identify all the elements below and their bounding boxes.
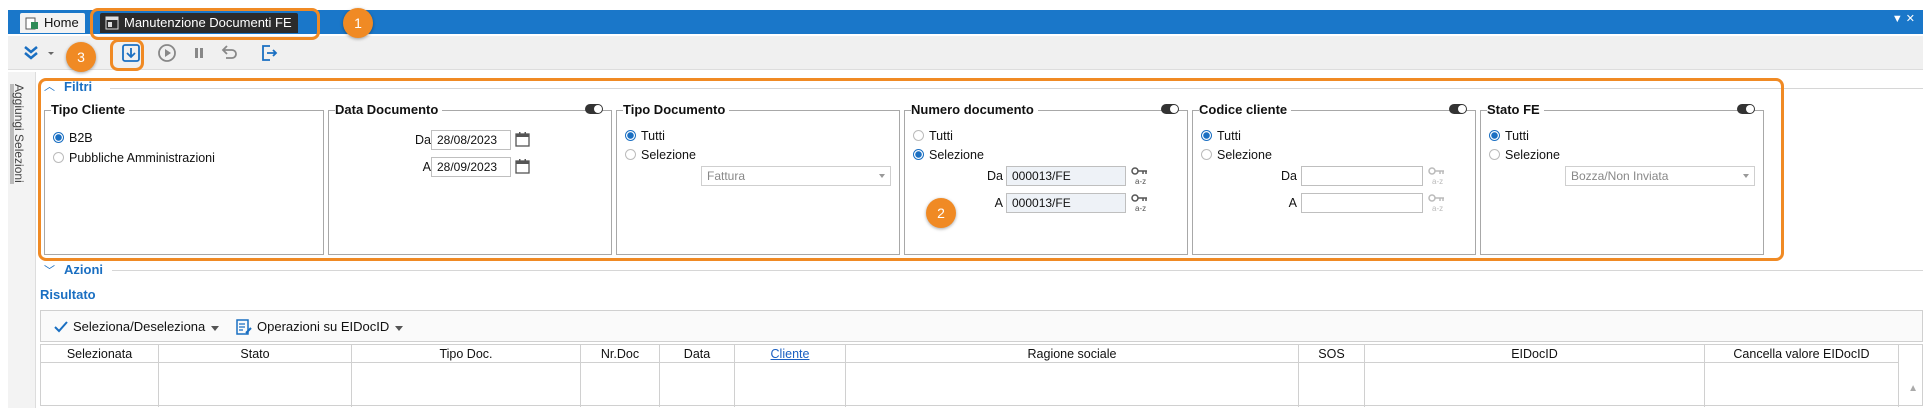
- annotation-badge-2: 2: [926, 198, 956, 228]
- column-header[interactable]: Nr.Doc: [581, 345, 659, 363]
- column-stato[interactable]: Stato: [159, 345, 352, 407]
- column-header[interactable]: Selezionata: [41, 345, 158, 363]
- select-toggle-button[interactable]: Seleziona/Deseleziona: [47, 316, 223, 338]
- tab-home[interactable]: Home: [20, 13, 85, 33]
- double-chevron-down-icon[interactable]: [20, 43, 42, 63]
- annotation-box-filters: [38, 78, 1784, 261]
- scroll-up-icon[interactable]: ▲: [1908, 383, 1918, 394]
- toolbar: [8, 36, 1923, 70]
- result-toolbar: Seleziona/Deseleziona Operazioni su EIDo…: [40, 310, 1923, 342]
- azioni-divider: [112, 270, 1923, 271]
- column-selezionata[interactable]: Selezionata: [41, 345, 159, 407]
- chevron-down-icon[interactable]: [46, 43, 56, 63]
- result-grid: Selezionata Stato Tipo Doc. Nr.Doc Data …: [40, 344, 1923, 407]
- column-sos[interactable]: SOS: [1299, 345, 1365, 407]
- operations-eidocid-button[interactable]: Operazioni su EIDocID: [231, 316, 407, 338]
- caret-down-icon: [395, 326, 404, 331]
- select-toggle-label: Seleziona/Deseleziona: [73, 319, 206, 334]
- column-nr-doc[interactable]: Nr.Doc: [581, 345, 660, 407]
- column-tipo-doc[interactable]: Tipo Doc.: [352, 345, 581, 407]
- edit-list-icon: [236, 319, 252, 335]
- add-selections-label: Aggiungi Selezioni: [12, 84, 26, 183]
- column-header[interactable]: Stato: [159, 345, 351, 363]
- column-header[interactable]: Cliente: [735, 345, 845, 363]
- column-ragione-sociale[interactable]: Ragione sociale: [846, 345, 1299, 407]
- column-header[interactable]: Ragione sociale: [846, 345, 1298, 363]
- annotation-badge-3: 3: [66, 42, 96, 72]
- azioni-heading[interactable]: Azioni: [64, 262, 103, 277]
- add-selections-strip[interactable]: Aggiungi Selezioni: [8, 72, 36, 408]
- undo-icon[interactable]: [218, 43, 240, 63]
- tab-home-label: Home: [44, 15, 79, 30]
- chevron-down-icon[interactable]: ﹀: [44, 262, 55, 278]
- column-cliente[interactable]: Cliente: [735, 345, 846, 407]
- column-header[interactable]: Cancella valore EIDocID: [1705, 345, 1898, 363]
- column-cancella-valore-eidocid[interactable]: Cancella valore EIDocID: [1705, 345, 1899, 407]
- annotation-box-tab: [90, 8, 320, 40]
- column-header[interactable]: SOS: [1299, 345, 1364, 363]
- operations-label: Operazioni su EIDocID: [257, 319, 390, 334]
- pause-icon[interactable]: [188, 43, 210, 63]
- column-data[interactable]: Data: [660, 345, 735, 407]
- exit-icon[interactable]: [258, 43, 280, 63]
- column-header[interactable]: Data: [660, 345, 734, 363]
- check-icon: [54, 321, 68, 333]
- play-icon[interactable]: [156, 43, 178, 63]
- tab-menu-icon[interactable]: ▼ ✕: [1892, 12, 1915, 25]
- column-header[interactable]: EIDocID: [1365, 345, 1704, 363]
- annotation-badge-1: 1: [343, 8, 373, 38]
- column-eidocid[interactable]: EIDocID: [1365, 345, 1705, 407]
- column-header[interactable]: Tipo Doc.: [352, 345, 580, 363]
- annotation-box-import: [110, 39, 144, 71]
- caret-down-icon: [211, 326, 220, 331]
- risultato-heading: Risultato: [40, 287, 96, 302]
- home-icon: [25, 17, 38, 30]
